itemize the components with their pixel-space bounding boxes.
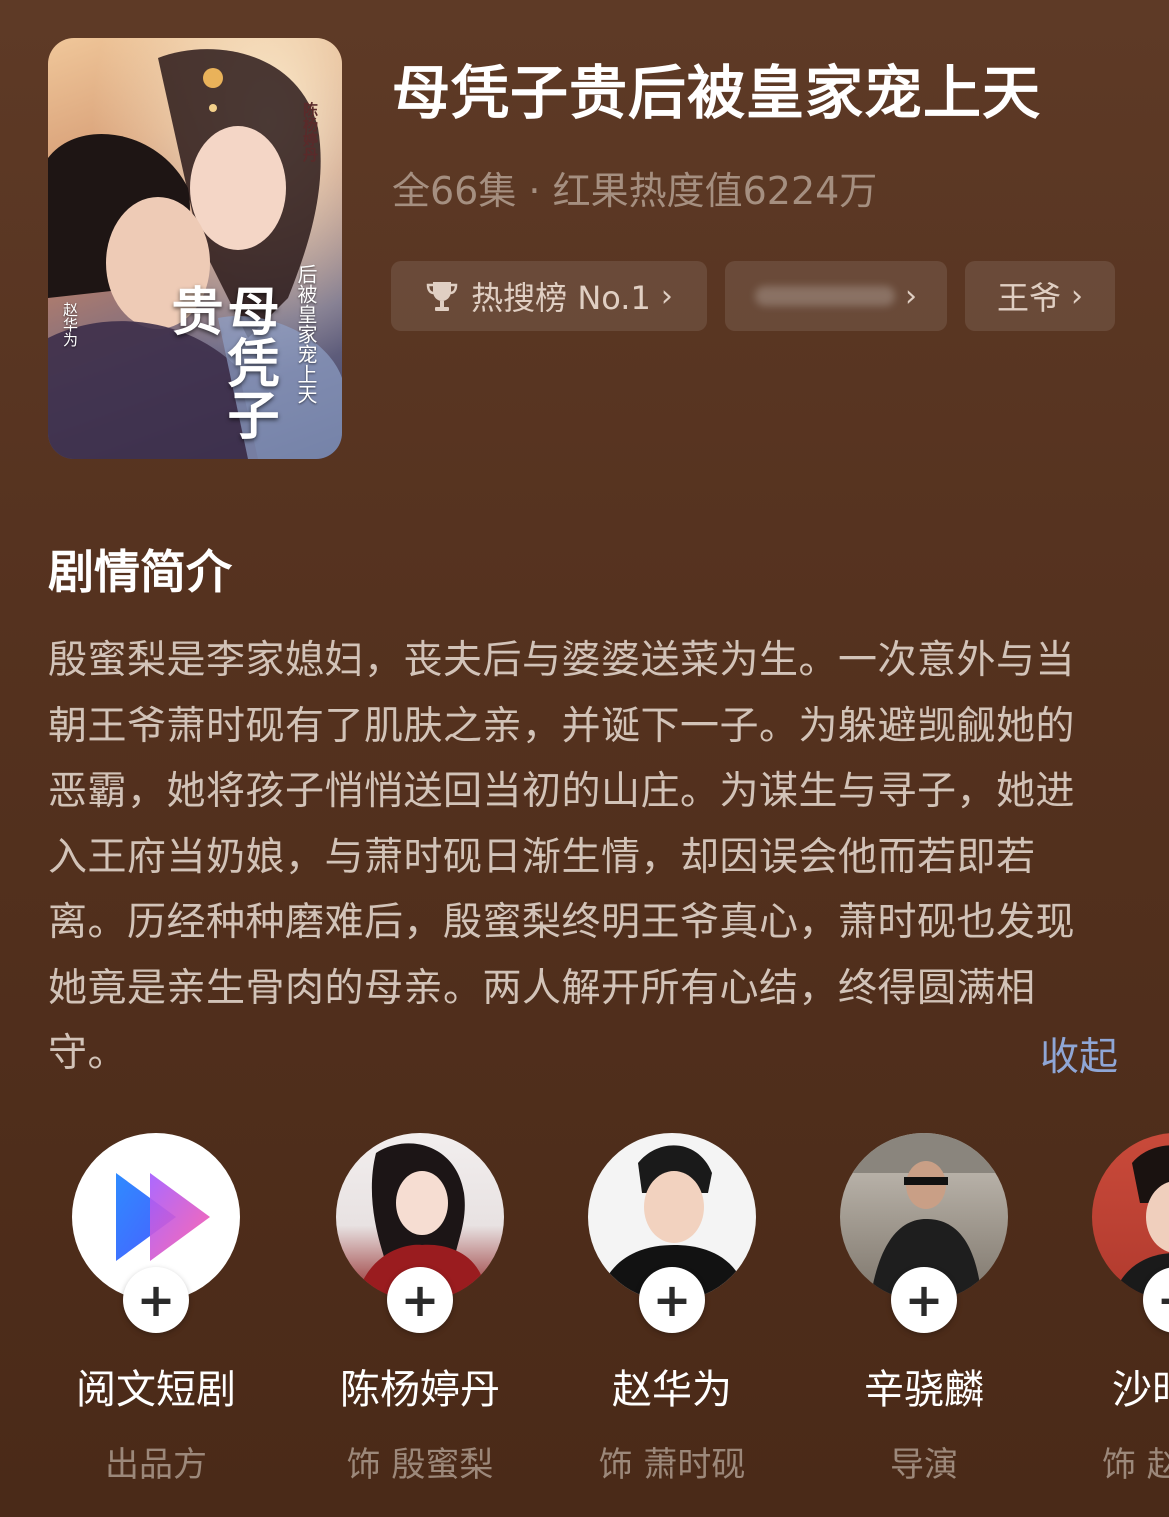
cast-item-director[interactable]: + 辛骁麟 导演 [814, 1133, 1034, 1486]
poster-title: 母凭子贵 [162, 284, 279, 440]
drama-title: 母凭子贵后被皇家宠上天 [392, 59, 1042, 127]
synopsis-heading: 剧情简介 [48, 545, 232, 599]
tag-hot-search[interactable]: 热搜榜 No.1 › [391, 261, 707, 331]
drama-meta: 全66集 · 红果热度值6224万 [392, 169, 878, 213]
chevron-right-icon: › [660, 278, 673, 314]
tag-label: 王爷 [996, 279, 1061, 317]
poster-credit-actor: 赵华为 [61, 302, 79, 347]
cast-name: 陈杨婷丹 [340, 1367, 500, 1413]
cast-name: 赵华为 [612, 1367, 732, 1413]
cast-item-actor[interactable]: + 赵华为 饰 萧时砚 [562, 1133, 782, 1486]
tag-label: 热搜榜 No.1 [471, 279, 651, 317]
trophy-icon [425, 279, 459, 313]
cast-role: 饰 萧时砚 [598, 1445, 746, 1485]
follow-plus-button[interactable]: + [387, 1267, 453, 1333]
follow-plus-button[interactable]: + [123, 1267, 189, 1333]
drama-poster[interactable]: 母凭子贵 后被皇家宠上天 陈杨婷丹 赵华为 [48, 38, 342, 459]
collapse-button[interactable]: 收起 [1040, 1026, 1118, 1082]
poster-credit-actress: 陈杨婷丹 [301, 102, 319, 162]
cast-item-partial[interactable]: + 沙时 饰 赵 [1066, 1133, 1169, 1486]
follow-plus-button[interactable]: + [891, 1267, 957, 1333]
follow-plus-button[interactable]: + [639, 1267, 705, 1333]
cast-role: 饰 赵 [1102, 1445, 1169, 1485]
cast-item-actress[interactable]: + 陈杨婷丹 饰 殷蜜梨 [310, 1133, 530, 1486]
chevron-right-icon: › [905, 278, 917, 314]
cast-role: 出品方 [105, 1445, 207, 1485]
blurred-tag-text [755, 286, 895, 306]
cast-name: 辛骁麟 [864, 1367, 984, 1413]
cast-name: 阅文短剧 [76, 1367, 236, 1413]
cast-item-producer[interactable]: + 阅文短剧 出品方 [46, 1133, 266, 1486]
tag-hidden[interactable]: › [725, 261, 947, 331]
cast-role: 导演 [890, 1445, 958, 1485]
chevron-right-icon: › [1071, 278, 1083, 314]
tag-wangye[interactable]: 王爷 › [965, 261, 1115, 331]
synopsis-text: 殷蜜梨是李家媳妇，丧夫后与婆婆送菜为生。一次意外与当朝王爷萧时砚有了肌肤之亲，并… [48, 638, 1076, 1076]
poster-subtitle: 后被皇家宠上天 [294, 264, 318, 404]
cast-role: 饰 殷蜜梨 [346, 1445, 494, 1485]
cast-name: 沙时 [1112, 1367, 1169, 1413]
